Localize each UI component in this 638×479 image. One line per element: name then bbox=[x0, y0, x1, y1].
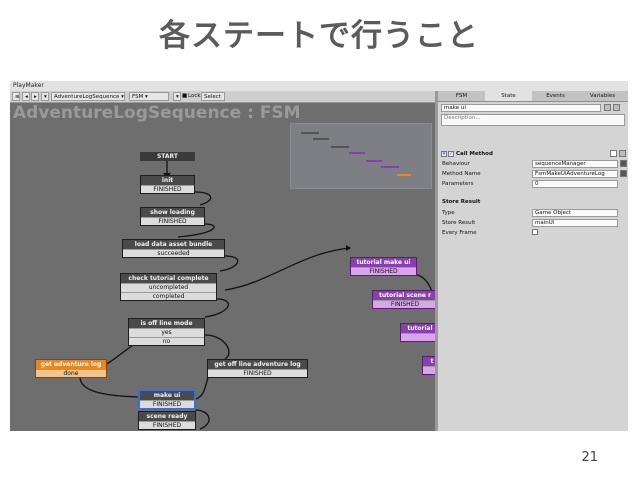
behaviour-label: Behaviour bbox=[442, 161, 470, 167]
state-node-tutorial-scene[interactable]: tutorial scene r FINISHED bbox=[372, 290, 435, 309]
fsm-graph-canvas[interactable]: AdventureLogSequence : FSM START init FI… bbox=[10, 103, 435, 431]
state-node-tutorial-make-ui[interactable]: tutorial make ui FINISHED bbox=[350, 257, 417, 276]
state-name-field[interactable]: make ui bbox=[441, 104, 601, 112]
tab-events[interactable]: Events bbox=[532, 91, 579, 101]
state-node-scene-ready[interactable]: scene ready FINISHED bbox=[138, 411, 196, 430]
lock-button[interactable]: Lock bbox=[188, 91, 201, 102]
state-node-init[interactable]: init FINISHED bbox=[140, 175, 195, 194]
inspector-tabs: FSM State Events Variables bbox=[438, 91, 628, 102]
behaviour-dropdown[interactable]: sequenceManager bbox=[532, 160, 618, 168]
state-color-icon[interactable] bbox=[604, 104, 611, 111]
state-node-check-tutorial-complete[interactable]: check tutorial complete uncompleted comp… bbox=[120, 273, 217, 301]
state-node-get-off-line-adventure-log[interactable]: get off line adventure log FINISHED bbox=[207, 359, 308, 378]
parameters-field[interactable]: 0 bbox=[532, 180, 618, 188]
tab-state[interactable]: State bbox=[485, 91, 532, 101]
window-title: PlayMaker bbox=[13, 82, 44, 89]
page-number: 21 bbox=[581, 450, 598, 465]
gear-icon[interactable]: ▾ bbox=[173, 92, 181, 101]
state-menu-icon[interactable] bbox=[613, 104, 620, 111]
type-label: Type bbox=[442, 210, 455, 216]
select-button[interactable]: Select bbox=[201, 92, 225, 101]
store-result-header: Store Result bbox=[442, 199, 481, 205]
store-result-dropdown[interactable]: mainUi bbox=[532, 219, 618, 227]
fsm-toolbar: ≡ ◂ ▸ ▾ AdventureLogSequence ▾ FSM ▾ ▾ ■… bbox=[10, 91, 435, 103]
every-frame-checkbox[interactable] bbox=[532, 229, 538, 235]
state-node-tutorial-3[interactable]: tutorial bbox=[400, 323, 435, 342]
type-dropdown[interactable]: Game Object bbox=[532, 209, 618, 217]
tab-variables[interactable]: Variables bbox=[579, 91, 626, 101]
inspector-panel: FSM State Events Variables make ui Descr… bbox=[438, 91, 628, 431]
parameters-label: Parameters bbox=[442, 181, 474, 187]
state-node-get-adventure-log[interactable]: get adventure log done bbox=[35, 359, 107, 378]
help-icon[interactable] bbox=[610, 150, 617, 157]
recent-dropdown-icon[interactable]: ▾ bbox=[41, 92, 49, 101]
tab-fsm[interactable]: FSM bbox=[438, 91, 485, 101]
lock-checkbox[interactable]: ■ bbox=[182, 91, 187, 102]
state-node-make-ui[interactable]: make ui FINISHED bbox=[138, 389, 196, 410]
description-field[interactable]: Description... bbox=[441, 114, 625, 126]
state-node-load-data-asset-bundle[interactable]: load data asset bundle succeeded bbox=[122, 239, 225, 258]
sequence-selector[interactable]: AdventureLogSequence ▾ bbox=[51, 92, 125, 101]
action-title: Call Method bbox=[456, 151, 493, 157]
method-name-field[interactable]: FsmMakeUiAdventureLog bbox=[532, 170, 618, 178]
playmaker-screenshot: PlayMaker ≡ ◂ ▸ ▾ AdventureLogSequence ▾… bbox=[10, 81, 628, 431]
action-settings-icon[interactable] bbox=[619, 150, 626, 157]
every-frame-label: Every Frame bbox=[442, 230, 477, 236]
back-arrow-icon[interactable]: ◂ bbox=[22, 92, 30, 101]
store-result-label: Store Result bbox=[442, 220, 476, 226]
state-node-show-loading[interactable]: show loading FINISHED bbox=[140, 207, 205, 226]
fsm-selector[interactable]: FSM ▾ bbox=[129, 92, 169, 101]
slide-title: 各ステートで行うこと bbox=[159, 18, 479, 54]
foldout-toggle-icon[interactable]: ▾ bbox=[441, 151, 447, 157]
state-node-is-off-line-mode[interactable]: is off line mode yes no bbox=[128, 318, 205, 346]
window-title-bar: PlayMaker bbox=[10, 81, 628, 91]
fsm-menu-icon[interactable]: ≡ bbox=[12, 92, 20, 101]
variable-toggle-icon-2[interactable] bbox=[620, 170, 627, 177]
state-node-tutorial-4[interactable]: t bbox=[422, 356, 435, 375]
method-name-label: Method Name bbox=[442, 171, 481, 177]
variable-toggle-icon[interactable] bbox=[620, 160, 627, 167]
forward-arrow-icon[interactable]: ▸ bbox=[31, 92, 39, 101]
start-node[interactable]: START bbox=[140, 152, 195, 161]
action-enabled-checkbox[interactable]: ✓ bbox=[448, 151, 454, 157]
